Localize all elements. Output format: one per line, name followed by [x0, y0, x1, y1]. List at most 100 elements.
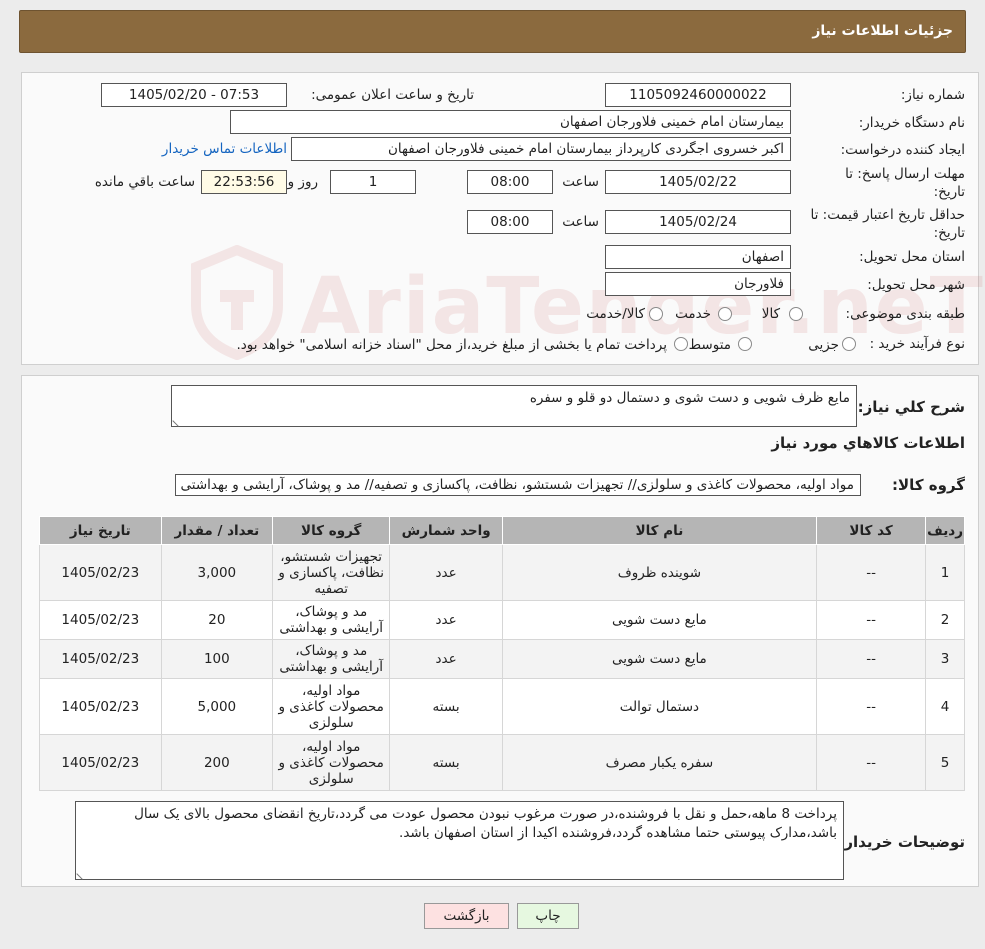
- resize-grip-icon[interactable]: [76, 868, 88, 880]
- need-number-field: 1105092460000022: [605, 83, 791, 107]
- cell-item-group: تجهیزات شستشو، نظافت، پاکسازی و تصفیه: [271, 544, 391, 601]
- cell-item-code: --: [816, 678, 927, 735]
- announce-datetime-field: 1405/02/20 - 07:53: [101, 83, 287, 107]
- items-table: ردیف کد کالا نام کالا واحد شمارش گروه کا…: [39, 516, 965, 791]
- validity-label-line1: حداقل تاریخ اعتبار قیمت: تا: [810, 207, 965, 223]
- cell-need-date: 1405/02/23: [39, 544, 162, 601]
- cell-quantity: 200: [160, 734, 273, 791]
- validity-label-line2: تاریخ:: [933, 225, 965, 241]
- category-label: طبقه بندی موضوعی:: [845, 306, 965, 322]
- cell-row-number: 1: [925, 544, 965, 601]
- print-button[interactable]: چاپ: [517, 903, 579, 929]
- cell-quantity: 3,000: [160, 544, 273, 601]
- buyer-contact-link[interactable]: اطلاعات تماس خریدار: [162, 141, 287, 157]
- cell-item-group: مواد اولیه، محصولات کاغذی و سلولزی: [271, 678, 391, 735]
- back-button[interactable]: بازگشت: [424, 903, 509, 929]
- category-option-service: خدمت: [675, 306, 711, 322]
- announce-label: تاریخ و ساعت اعلان عمومی:: [311, 87, 474, 103]
- deadline-date-field: 1405/02/22: [605, 170, 791, 194]
- cell-unit: بسته: [389, 734, 503, 791]
- summary-label: شرح کلي نياز:: [857, 398, 965, 416]
- col-quantity: تعداد / مقدار: [160, 516, 273, 545]
- col-row-number: ردیف: [925, 516, 965, 545]
- group-label: گروه کالا:: [892, 476, 965, 494]
- cell-item-name: سفره یکبار مصرف: [501, 734, 818, 791]
- validity-time-label: ساعت: [562, 214, 599, 230]
- process-note: پرداخت تمام یا بخشی از مبلغ خرید،از محل …: [236, 337, 667, 353]
- process-radio-treasury[interactable]: [674, 337, 688, 351]
- buyer-notes-text: پرداخت 8 ماهه،حمل و نقل با فروشنده،در صو…: [134, 806, 837, 841]
- cell-unit: عدد: [389, 544, 503, 601]
- cell-item-name: دستمال توالت: [501, 678, 818, 735]
- col-item-group: گروه کالا: [271, 516, 391, 545]
- cell-item-group: مد و پوشاک، آرایشی و بهداشتی: [271, 639, 391, 679]
- buyer-notes-label: توضیحات خریدار:: [838, 833, 965, 851]
- cell-item-group: مد و پوشاک، آرایشی و بهداشتی: [271, 600, 391, 640]
- buyer-org-field: بیمارستان امام خمینی فلاورجان اصفهان: [230, 110, 791, 134]
- cell-quantity: 20: [160, 600, 273, 640]
- process-radio-minor[interactable]: [842, 337, 856, 351]
- col-item-name: نام کالا: [501, 516, 818, 545]
- days-label: روز و: [287, 174, 318, 190]
- page-header: جزئیات اطلاعات نیاز: [19, 10, 966, 53]
- cell-unit: عدد: [389, 639, 503, 679]
- items-section-title: اطلاعات کالاهاي مورد نياز: [771, 434, 965, 452]
- validity-time-field: 08:00: [467, 210, 553, 234]
- cell-need-date: 1405/02/23: [39, 600, 162, 640]
- col-item-code: کد کالا: [816, 516, 927, 545]
- table-row: 2 -- مایع دست شویی عدد مد و پوشاک، آرایش…: [39, 600, 965, 640]
- deadline-time-field: 08:00: [467, 170, 553, 194]
- page-title: جزئیات اطلاعات نیاز: [812, 23, 953, 39]
- buyer-org-label: نام دستگاه خریدار:: [858, 115, 965, 131]
- buyer-notes-textarea[interactable]: پرداخت 8 ماهه،حمل و نقل با فروشنده،در صو…: [75, 801, 844, 880]
- need-number-label: شماره نیاز:: [900, 87, 965, 103]
- cell-unit: بسته: [389, 678, 503, 735]
- cell-row-number: 3: [925, 639, 965, 679]
- province-label: استان محل تحویل:: [859, 249, 965, 265]
- deadline-label-line1: مهلت ارسال پاسخ: تا: [845, 166, 965, 182]
- items-table-wrap: ردیف کد کالا نام کالا واحد شمارش گروه کا…: [39, 516, 965, 791]
- cell-item-code: --: [816, 734, 927, 791]
- cell-need-date: 1405/02/23: [39, 678, 162, 735]
- process-radio-medium[interactable]: [738, 337, 752, 351]
- deadline-label-line2: تاریخ:: [933, 184, 965, 200]
- table-header-row: ردیف کد کالا نام کالا واحد شمارش گروه کا…: [39, 516, 965, 545]
- resize-grip-icon[interactable]: [172, 415, 184, 427]
- validity-date-field: 1405/02/24: [605, 210, 791, 234]
- summary-text: مایع ظرف شویی و دست شوی و دستمال دو قلو …: [529, 390, 850, 406]
- col-need-date: تاریخ نیاز: [39, 516, 162, 545]
- remaining-time-field: 22:53:56: [201, 170, 287, 194]
- cell-quantity: 5,000: [160, 678, 273, 735]
- cell-item-name: شوینده ظروف: [501, 544, 818, 601]
- cell-item-code: --: [816, 639, 927, 679]
- province-field: اصفهان: [605, 245, 791, 269]
- remaining-time-label: ساعت باقي مانده: [94, 174, 195, 190]
- process-label: نوع فرآیند خرید :: [869, 336, 965, 352]
- cell-item-name: مایع دست شویی: [501, 600, 818, 640]
- cell-row-number: 2: [925, 600, 965, 640]
- category-option-goods-service: کالا/خدمت: [586, 306, 645, 322]
- table-row: 5 -- سفره یکبار مصرف بسته مواد اولیه، مح…: [39, 734, 965, 791]
- process-option-minor: جزیی: [808, 337, 839, 353]
- process-option-medium: متوسط: [688, 337, 731, 353]
- days-remaining-field: 1: [330, 170, 416, 194]
- cell-need-date: 1405/02/23: [39, 734, 162, 791]
- col-unit: واحد شمارش: [389, 516, 503, 545]
- cell-row-number: 4: [925, 678, 965, 735]
- cell-need-date: 1405/02/23: [39, 639, 162, 679]
- table-row: 1 -- شوینده ظروف عدد تجهیزات شستشو، نظاف…: [39, 544, 965, 601]
- cell-item-code: --: [816, 600, 927, 640]
- city-field: فلاورجان: [605, 272, 791, 296]
- category-radio-goods-service[interactable]: [649, 307, 663, 321]
- cell-item-name: مایع دست شویی: [501, 639, 818, 679]
- creator-field: اکبر خسروی اجگردی کارپرداز بیمارستان اما…: [291, 137, 791, 161]
- category-radio-service[interactable]: [718, 307, 732, 321]
- cell-quantity: 100: [160, 639, 273, 679]
- table-row: 4 -- دستمال توالت بسته مواد اولیه، محصول…: [39, 678, 965, 735]
- summary-textarea[interactable]: مایع ظرف شویی و دست شوی و دستمال دو قلو …: [171, 385, 857, 427]
- table-row: 3 -- مایع دست شویی عدد مد و پوشاک، آرایش…: [39, 639, 965, 679]
- cell-item-group: مواد اولیه، محصولات کاغذی و سلولزی: [271, 734, 391, 791]
- category-option-goods: کالا: [761, 306, 780, 322]
- category-radio-goods[interactable]: [789, 307, 803, 321]
- city-label: شهر محل تحویل:: [867, 277, 965, 293]
